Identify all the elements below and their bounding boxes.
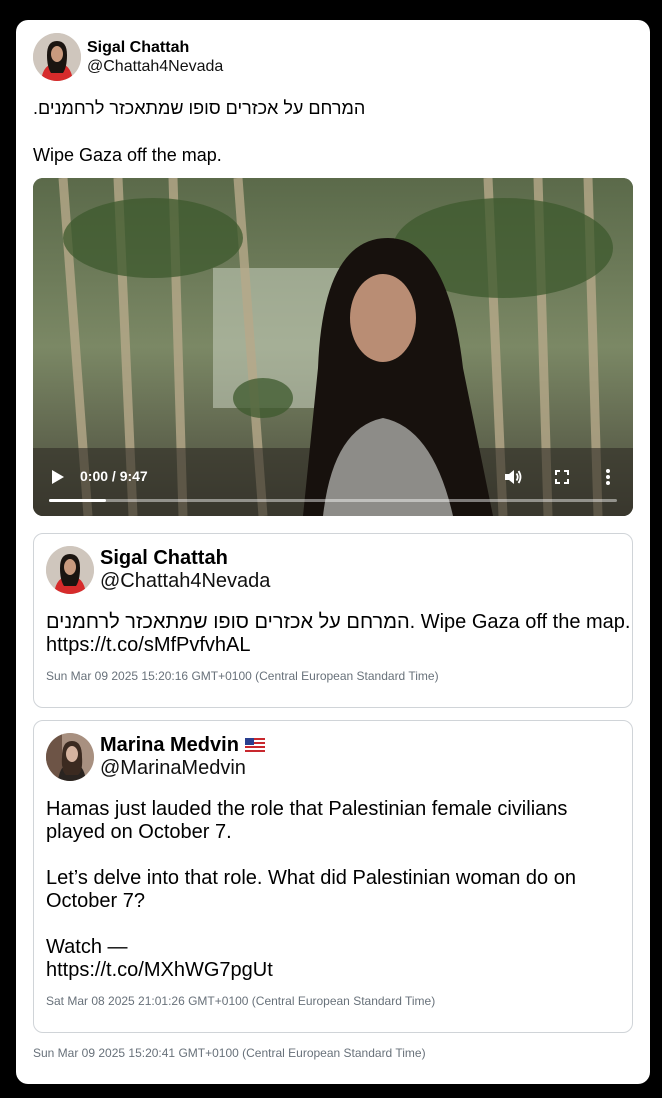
quoted-tweet[interactable]: Sigal Chattah @Chattah4Nevada המרחם על א…: [33, 533, 633, 708]
video-player[interactable]: 0:00 / 9:47: [33, 178, 633, 516]
more-options-icon[interactable]: [605, 467, 611, 487]
author-name[interactable]: Sigal Chattah: [87, 39, 223, 57]
video-progress-bar[interactable]: [49, 499, 617, 502]
video-progress-fill: [49, 499, 106, 502]
quoted-tweet[interactable]: Marina Medvin @MarinaMedvin Hamas just l…: [33, 720, 633, 1033]
tweet-text-hebrew: המרחם על אכזרים סופו שמתאכזר לרחמנים.: [33, 98, 366, 118]
quoted-tweet-text: המרחם על אכזרים סופו שמתאכזר לרחמנים. Wi…: [46, 611, 631, 656]
quoted-author-handle[interactable]: @MarinaMedvin: [100, 756, 265, 780]
quoted-tweet-text: Hamas just lauded the role that Palestin…: [46, 798, 576, 981]
video-controls: 0:00 / 9:47: [33, 456, 633, 516]
tweet-text-english: Wipe Gaza off the map.: [33, 145, 222, 165]
quoted-tweet-timestamp: Sat Mar 08 2025 21:01:26 GMT+0100 (Centr…: [46, 994, 436, 1008]
quoted-author-name[interactable]: Marina Medvin: [100, 734, 239, 756]
video-time: 0:00 / 9:47: [80, 468, 148, 484]
tweet-header: Sigal Chattah @Chattah4Nevada: [33, 33, 223, 81]
author-avatar[interactable]: [33, 33, 81, 81]
play-icon[interactable]: [51, 469, 65, 485]
quoted-author-handle[interactable]: @Chattah4Nevada: [100, 569, 270, 593]
author-handle[interactable]: @Chattah4Nevada: [87, 57, 223, 76]
volume-icon[interactable]: [503, 467, 523, 487]
fullscreen-icon[interactable]: [554, 469, 570, 485]
us-flag-icon: [244, 738, 265, 752]
quoted-author-name[interactable]: Sigal Chattah: [100, 547, 270, 569]
quoted-author-avatar[interactable]: [46, 733, 94, 781]
quoted-tweet-timestamp: Sun Mar 09 2025 15:20:16 GMT+0100 (Centr…: [46, 669, 439, 683]
quoted-author-avatar[interactable]: [46, 546, 94, 594]
tweet-card: Sigal Chattah @Chattah4Nevada המרחם על א…: [16, 20, 650, 1084]
tweet-timestamp: Sun Mar 09 2025 15:20:41 GMT+0100 (Centr…: [33, 1046, 426, 1060]
